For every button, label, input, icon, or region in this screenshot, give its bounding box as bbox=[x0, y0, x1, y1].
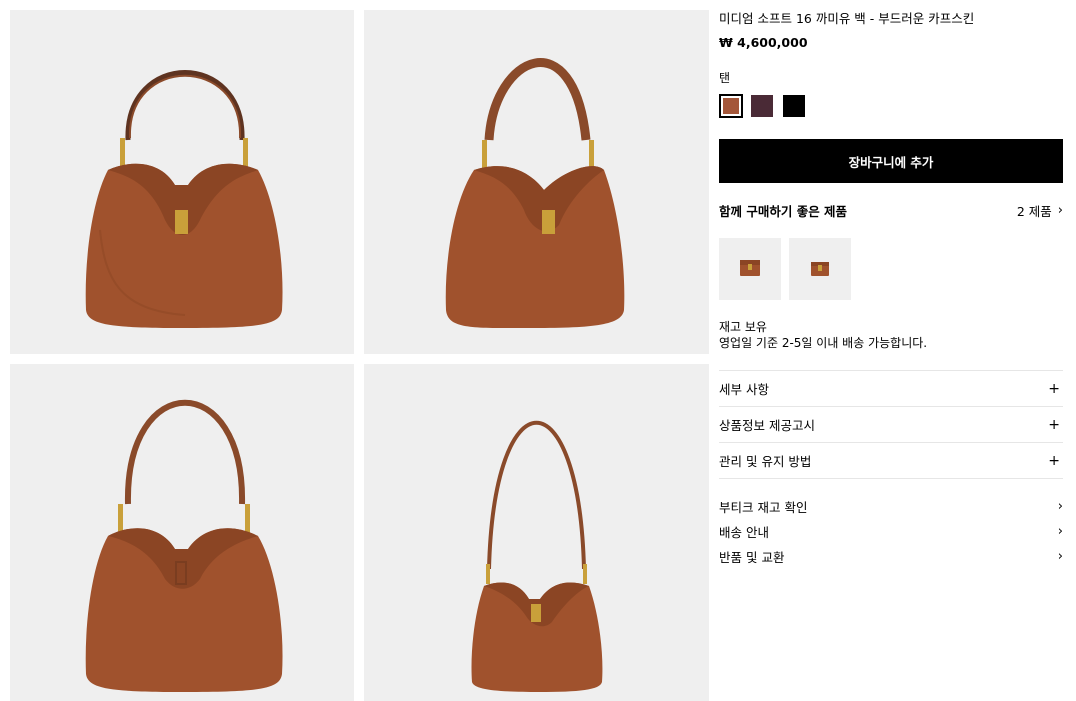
bag-long-strap-illustration bbox=[471, 420, 603, 692]
link-returns-label: 반품 및 교환 bbox=[719, 549, 785, 565]
delivery-estimate: 영업일 기준 2-5일 이내 배송 가능합니다. bbox=[719, 336, 928, 350]
link-returns[interactable]: 반품 및 교환 › bbox=[719, 546, 1063, 566]
accordion-product-notice-label: 상품정보 제공고시 bbox=[719, 418, 815, 433]
accordion-care-label: 관리 및 유지 방법 bbox=[719, 454, 812, 469]
swatch-black[interactable] bbox=[783, 95, 805, 117]
link-delivery-info-label: 배송 안내 bbox=[719, 524, 769, 540]
pairing-product-1[interactable] bbox=[719, 238, 781, 300]
chevron-right-icon: › bbox=[1057, 498, 1063, 514]
product-image-back[interactable] bbox=[10, 364, 354, 701]
color-label: 탠 bbox=[719, 71, 731, 85]
cardholder-illustration bbox=[811, 262, 829, 276]
product-image-side[interactable] bbox=[364, 10, 709, 354]
pairing-header[interactable]: 함께 구매하기 좋은 제품 2 제품 › bbox=[719, 201, 1063, 219]
product-gallery bbox=[10, 10, 709, 701]
link-delivery-info[interactable]: 배송 안내 › bbox=[719, 521, 1063, 541]
plus-icon: + bbox=[1048, 452, 1060, 469]
pairing-count-link[interactable]: 2 제품 › bbox=[1017, 201, 1063, 220]
add-to-cart-button[interactable]: 장바구니에 추가 bbox=[719, 139, 1063, 183]
pairing-count: 2 제품 bbox=[1016, 204, 1052, 219]
bag-front-illustration bbox=[85, 70, 283, 328]
swatch-tan[interactable] bbox=[719, 94, 743, 118]
stock-status: 재고 보유 bbox=[719, 320, 767, 334]
accordion-details[interactable]: 세부 사항 + bbox=[719, 370, 1063, 406]
chevron-right-icon: › bbox=[1057, 523, 1063, 539]
chevron-right-icon: › bbox=[1057, 203, 1063, 218]
bag-back-illustration bbox=[85, 399, 283, 692]
plus-icon: + bbox=[1048, 380, 1060, 397]
chevron-right-icon: › bbox=[1057, 548, 1063, 564]
product-image-front[interactable] bbox=[10, 10, 354, 354]
plus-icon: + bbox=[1048, 416, 1060, 433]
pairing-title: 함께 구매하기 좋은 제품 bbox=[719, 204, 848, 219]
wallet-illustration bbox=[740, 260, 760, 276]
product-price: ₩ 4,600,000 bbox=[719, 35, 808, 50]
accordion-product-notice[interactable]: 상품정보 제공고시 + bbox=[719, 406, 1063, 442]
accordion-divider bbox=[719, 478, 1063, 479]
accordion-details-label: 세부 사항 bbox=[719, 382, 769, 397]
product-image-long-strap[interactable] bbox=[364, 364, 709, 701]
product-title: 미디엄 소프트 16 까미유 백 - 부드러운 카프스킨 bbox=[719, 11, 975, 26]
link-boutique-stock-label: 부티크 재고 확인 bbox=[719, 499, 808, 515]
pairing-product-2[interactable] bbox=[789, 238, 851, 300]
bag-side-illustration bbox=[445, 58, 625, 329]
link-boutique-stock[interactable]: 부티크 재고 확인 › bbox=[719, 496, 1063, 516]
swatch-burgundy[interactable] bbox=[751, 95, 773, 117]
swatch-tan-fill bbox=[723, 98, 739, 114]
accordion-care[interactable]: 관리 및 유지 방법 + bbox=[719, 442, 1063, 478]
stock-info: 재고 보유 영업일 기준 2-5일 이내 배송 가능합니다. bbox=[719, 319, 927, 351]
